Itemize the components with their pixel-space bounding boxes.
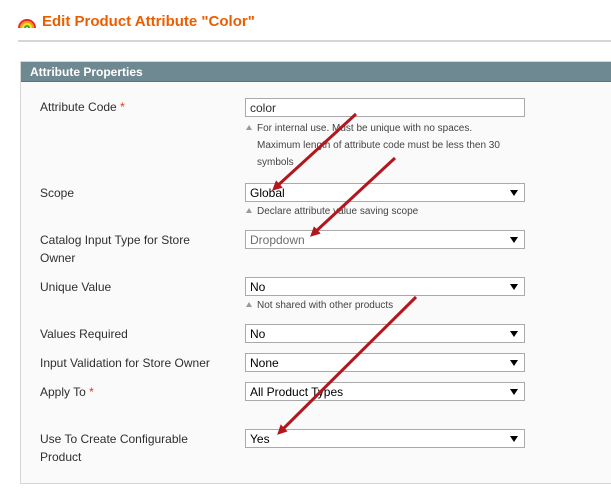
unique-value-note: Not shared with other products [246, 297, 531, 314]
note-triangle-icon [246, 208, 252, 213]
input-validation-select[interactable]: None [245, 353, 525, 372]
scope-select-value: Global [250, 186, 285, 200]
apply-to-label-text: Apply To [40, 385, 86, 399]
note-triangle-icon [246, 302, 252, 307]
catalog-input-type-label-line-2: Owner [40, 251, 76, 265]
configurable-select-value: Yes [250, 432, 270, 446]
attribute-code-label: Attribute Code * [40, 98, 220, 116]
apply-to-select-value: All Product Types [250, 385, 344, 399]
values-required-select[interactable]: No [245, 324, 525, 343]
unique-value-select[interactable]: No [245, 277, 525, 296]
unique-value-label: Unique Value [40, 280, 112, 294]
input-validation-label: Input Validation for Store Owner [40, 356, 210, 370]
apply-to-select[interactable]: All Product Types [245, 382, 525, 401]
attribute-code-note: For internal use. Must be unique with no… [246, 120, 531, 171]
fieldset-legend: Attribute Properties [30, 65, 143, 79]
dropdown-arrow-icon [510, 436, 518, 442]
catalog-input-type-select[interactable]: Dropdown [245, 230, 525, 249]
catalog-input-type-value: Dropdown [250, 233, 305, 247]
page-title: Edit Product Attribute "Color" [42, 13, 255, 30]
input-validation-select-value: None [250, 356, 279, 370]
attribute-code-label-text: Attribute Code [40, 100, 117, 114]
dropdown-arrow-icon [510, 360, 518, 366]
dropdown-arrow-icon [510, 284, 518, 290]
attribute-code-note-line-3: symbols [257, 157, 294, 168]
required-mark: * [120, 100, 125, 114]
apply-to-label: Apply To * [40, 383, 220, 401]
attribute-code-input[interactable] [245, 98, 525, 117]
dropdown-arrow-icon [510, 331, 518, 337]
unique-value-note-text: Not shared with other products [257, 300, 394, 311]
attribute-code-note-line-2: Maximum length of attribute code must be… [257, 140, 500, 151]
header-divider [18, 40, 611, 42]
dropdown-arrow-icon [510, 237, 518, 243]
dropdown-arrow-icon [510, 389, 518, 395]
values-required-select-value: No [250, 327, 266, 341]
attribute-code-note-line-1: For internal use. Must be unique with no… [257, 123, 473, 134]
unique-value-select-value: No [250, 280, 266, 294]
catalog-input-type-label-line-1: Catalog Input Type for Store [40, 233, 190, 247]
scope-label: Scope [40, 186, 75, 200]
scope-note: Declare attribute value saving scope [246, 203, 531, 220]
rainbow-icon [18, 19, 36, 29]
scope-note-text: Declare attribute value saving scope [257, 206, 419, 217]
values-required-label: Values Required [40, 327, 128, 341]
required-mark: * [89, 385, 94, 399]
configurable-label-line-2: Product [40, 450, 82, 464]
note-triangle-icon [246, 125, 252, 130]
catalog-input-type-label: Catalog Input Type for Store Owner [40, 231, 220, 267]
configurable-label-line-1: Use To Create Configurable [40, 432, 188, 446]
configurable-label: Use To Create Configurable Product [40, 430, 220, 466]
configurable-select[interactable]: Yes [245, 429, 525, 448]
dropdown-arrow-icon [510, 190, 518, 196]
page-header: Edit Product Attribute "Color" [0, 0, 611, 44]
fieldset-legend-bar: Attribute Properties [21, 62, 611, 82]
scope-select[interactable]: Global [245, 183, 525, 202]
